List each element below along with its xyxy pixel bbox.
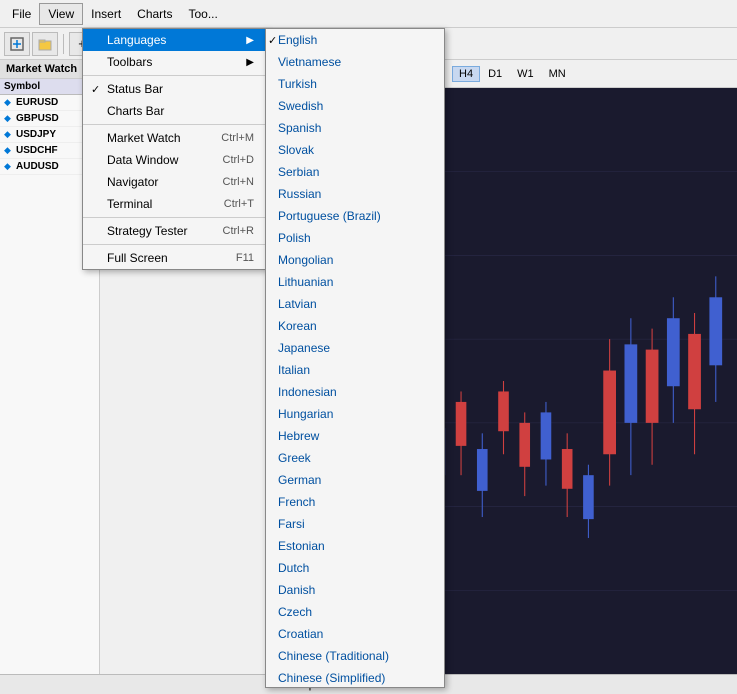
languages-submenu: English Vietnamese Turkish Swedish Spani…	[265, 28, 445, 688]
menu-toolbars[interactable]: Toolbars ▶	[83, 51, 266, 73]
new-chart-btn[interactable]	[4, 32, 30, 56]
menu-terminal[interactable]: Terminal Ctrl+T	[83, 193, 266, 215]
lang-korean[interactable]: Korean	[266, 315, 444, 337]
tf-h4[interactable]: H4	[452, 66, 480, 82]
open-btn[interactable]	[32, 32, 58, 56]
lang-farsi[interactable]: Farsi	[266, 513, 444, 535]
lang-portuguese-brazil[interactable]: Portuguese (Brazil)	[266, 205, 444, 227]
toolbars-arrow-icon: ▶	[246, 57, 254, 68]
lang-czech[interactable]: Czech	[266, 601, 444, 623]
app-window: File View Insert Charts Too... + −	[0, 0, 737, 694]
menubar: File View Insert Charts Too...	[0, 0, 737, 28]
menu-insert[interactable]: Insert	[83, 4, 129, 24]
usdchf-arrow: ◆	[4, 145, 16, 156]
menu-fullscreen[interactable]: Full Screen F11	[83, 247, 266, 269]
lang-turkish[interactable]: Turkish	[266, 73, 444, 95]
lang-lithuanian[interactable]: Lithuanian	[266, 271, 444, 293]
usdjpy-arrow: ◆	[4, 129, 16, 140]
menu-tools[interactable]: Too...	[181, 4, 226, 24]
tf-d1[interactable]: D1	[481, 66, 509, 82]
lang-estonian[interactable]: Estonian	[266, 535, 444, 557]
languages-arrow-icon: ▶	[246, 35, 254, 46]
lang-danish[interactable]: Danish	[266, 579, 444, 601]
lang-vietnamese[interactable]: Vietnamese	[266, 51, 444, 73]
menu-view[interactable]: View	[39, 3, 83, 25]
lang-indonesian[interactable]: Indonesian	[266, 381, 444, 403]
lang-english[interactable]: English	[266, 29, 444, 51]
lang-dutch[interactable]: Dutch	[266, 557, 444, 579]
lang-polish[interactable]: Polish	[266, 227, 444, 249]
lang-japanese[interactable]: Japanese	[266, 337, 444, 359]
menu-navigator[interactable]: Navigator Ctrl+N	[83, 171, 266, 193]
menu-separator-1	[83, 75, 266, 76]
menu-separator-3	[83, 217, 266, 218]
lang-russian[interactable]: Russian	[266, 183, 444, 205]
menu-separator-4	[83, 244, 266, 245]
menu-statusbar[interactable]: Status Bar	[83, 78, 266, 100]
lang-chinese-simplified[interactable]: Chinese (Simplified)	[266, 667, 444, 688]
menu-marketwatch[interactable]: Market Watch Ctrl+M	[83, 127, 266, 149]
view-menu-dropdown: Languages ▶ Toolbars ▶ Status Bar Charts…	[82, 28, 267, 270]
lang-hungarian[interactable]: Hungarian	[266, 403, 444, 425]
tf-w1[interactable]: W1	[510, 66, 541, 82]
tf-mn[interactable]: MN	[542, 66, 573, 82]
symbol-col-header: Symbol	[4, 81, 40, 92]
separator-1	[63, 34, 64, 54]
menu-file[interactable]: File	[4, 4, 39, 24]
lang-italian[interactable]: Italian	[266, 359, 444, 381]
lang-mongolian[interactable]: Mongolian	[266, 249, 444, 271]
lang-latvian[interactable]: Latvian	[266, 293, 444, 315]
lang-slovak[interactable]: Slovak	[266, 139, 444, 161]
menu-chartsbar[interactable]: Charts Bar	[83, 100, 266, 122]
lang-german[interactable]: German	[266, 469, 444, 491]
menu-datawindow[interactable]: Data Window Ctrl+D	[83, 149, 266, 171]
menu-charts[interactable]: Charts	[129, 4, 180, 24]
menu-languages[interactable]: Languages ▶	[83, 29, 266, 51]
lang-chinese-traditional[interactable]: Chinese (Traditional)	[266, 645, 444, 667]
lang-spanish[interactable]: Spanish	[266, 117, 444, 139]
lang-hebrew[interactable]: Hebrew	[266, 425, 444, 447]
audusd-arrow: ◆	[4, 161, 16, 172]
lang-swedish[interactable]: Swedish	[266, 95, 444, 117]
lang-greek[interactable]: Greek	[266, 447, 444, 469]
menu-separator-2	[83, 124, 266, 125]
menu-strategytester[interactable]: Strategy Tester Ctrl+R	[83, 220, 266, 242]
lang-french[interactable]: French	[266, 491, 444, 513]
lang-croatian[interactable]: Croatian	[266, 623, 444, 645]
lang-serbian[interactable]: Serbian	[266, 161, 444, 183]
gbpusd-arrow: ◆	[4, 113, 16, 124]
eurusd-arrow: ◆	[4, 97, 16, 108]
